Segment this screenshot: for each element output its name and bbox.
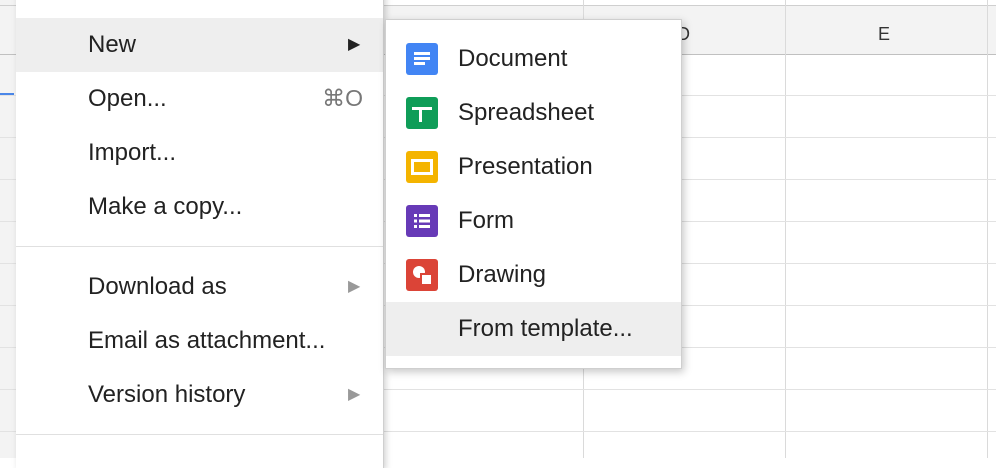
menu-item-make-copy[interactable]: Make a copy... (16, 180, 383, 234)
submenu-item-label: Presentation (458, 153, 593, 180)
new-submenu: Document Spreadsheet Presentation Form D… (385, 19, 682, 369)
submenu-arrow-icon: ▶ (348, 36, 361, 53)
menu-item-label: Email as attachment... (88, 327, 326, 354)
menu-item-label: Download as (88, 273, 227, 300)
sheets-icon (406, 97, 438, 129)
menu-item-download-as[interactable]: Download as ▶ (16, 260, 383, 314)
drawings-icon (406, 259, 438, 291)
menu-item-label: Make a copy... (88, 193, 243, 220)
menu-item-import[interactable]: Import... (16, 126, 383, 180)
menu-item-new[interactable]: New ▶ (16, 18, 383, 72)
menu-separator (16, 246, 383, 247)
submenu-item-label: Document (458, 45, 568, 72)
menu-item-email-attachment[interactable]: Email as attachment... (16, 314, 383, 368)
docs-icon (406, 43, 438, 75)
submenu-item-presentation[interactable]: Presentation (386, 140, 681, 194)
submenu-item-form[interactable]: Form (386, 194, 681, 248)
menu-item-label: Import... (88, 139, 177, 166)
submenu-item-drawing[interactable]: Drawing (386, 248, 681, 302)
menu-item-label: Open... (88, 85, 167, 112)
keyboard-shortcut: ⌘O (322, 85, 363, 111)
submenu-item-label: Form (458, 207, 514, 234)
column-header-e[interactable]: E (878, 24, 890, 45)
submenu-item-document[interactable]: Document (386, 32, 681, 86)
menu-item-open[interactable]: Open... ⌘O (16, 72, 383, 126)
menu-item-label: Version history (88, 381, 246, 408)
submenu-item-label: Drawing (458, 261, 547, 288)
slides-icon (406, 151, 438, 183)
forms-icon (406, 205, 438, 237)
submenu-item-spreadsheet[interactable]: Spreadsheet (386, 86, 681, 140)
submenu-item-label: From template... (458, 315, 633, 342)
file-menu: New ▶ Open... ⌘O Import... Make a copy..… (16, 0, 384, 468)
submenu-arrow-icon: ▶ (348, 278, 361, 295)
submenu-item-label: Spreadsheet (458, 99, 595, 126)
menu-separator (16, 434, 383, 435)
menu-item-label: New (88, 31, 137, 58)
submenu-arrow-icon: ▶ (348, 386, 361, 403)
menu-item-version-history[interactable]: Version history ▶ (16, 368, 383, 422)
submenu-item-from-template[interactable]: From template... (386, 302, 681, 356)
